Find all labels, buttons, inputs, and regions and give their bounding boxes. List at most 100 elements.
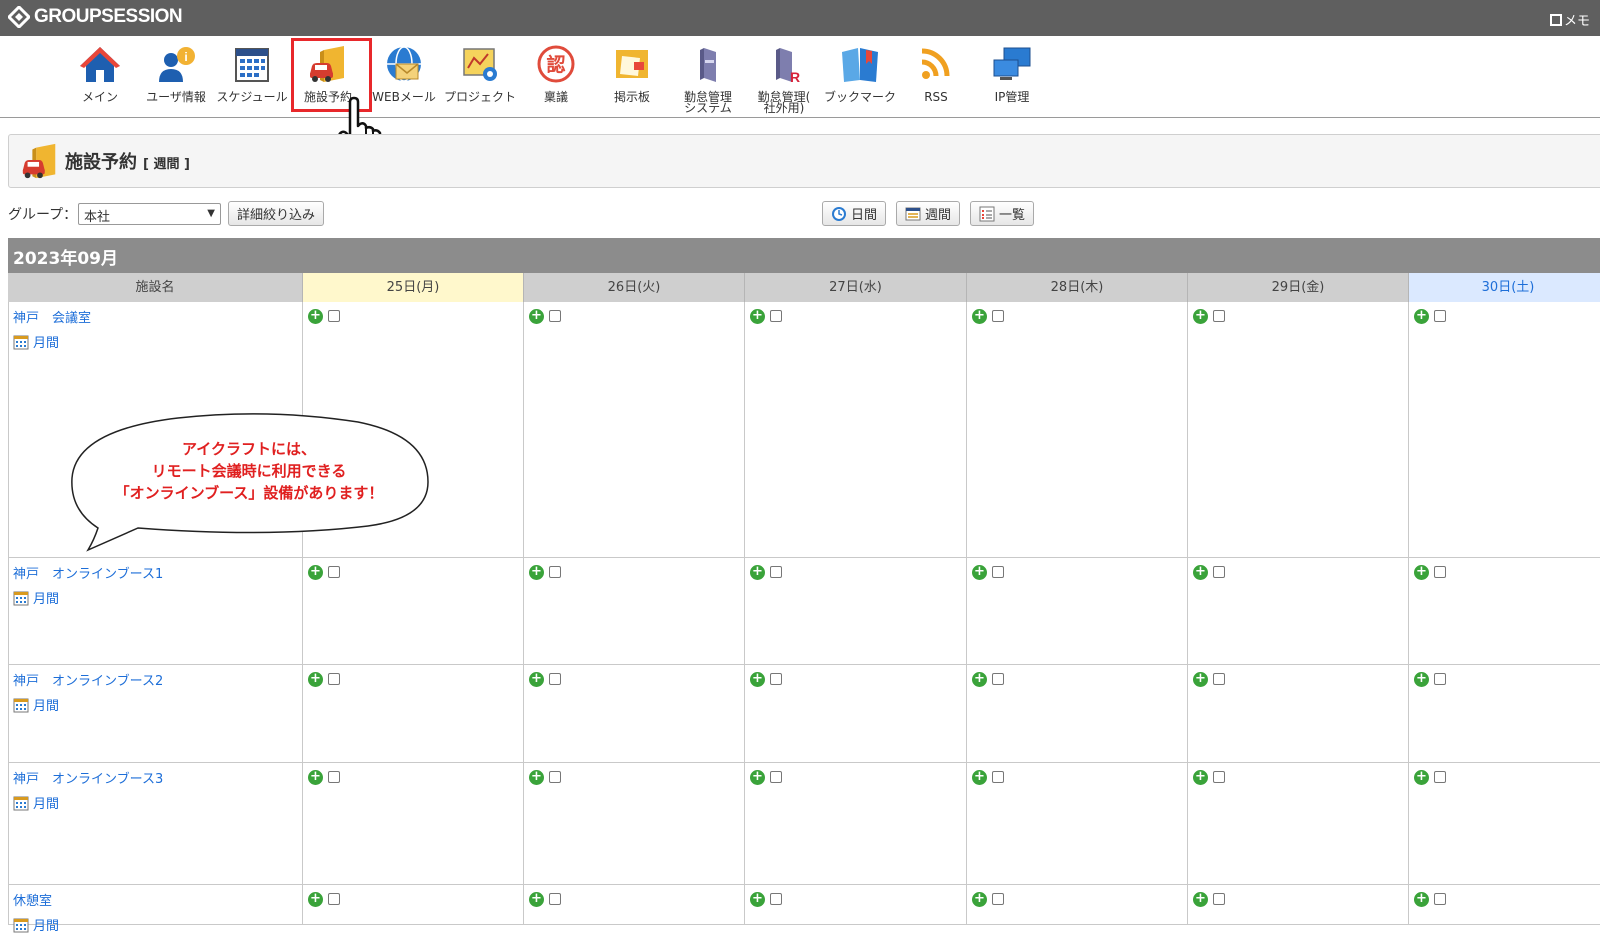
select-checkbox[interactable] (1434, 771, 1446, 783)
day-cell: + (1409, 302, 1600, 557)
select-checkbox[interactable] (1213, 310, 1225, 322)
select-checkbox[interactable] (328, 566, 340, 578)
week-view-button[interactable]: 週間 (896, 201, 961, 226)
monthly-view-link[interactable]: 月間 (13, 588, 59, 607)
day-header-27: 27日(水) (745, 273, 967, 302)
add-reservation-icon[interactable]: + (529, 770, 544, 785)
add-reservation-icon[interactable]: + (972, 770, 987, 785)
add-reservation-icon[interactable]: + (750, 770, 765, 785)
day-cell: + (1188, 885, 1409, 924)
add-reservation-icon[interactable]: + (1414, 672, 1429, 687)
select-checkbox[interactable] (1213, 673, 1225, 685)
detail-filter-button[interactable]: 詳細絞り込み (228, 201, 325, 226)
select-checkbox[interactable] (992, 893, 1004, 905)
attendance-external-icon: R (776, 48, 800, 85)
monthly-view-link[interactable]: 月間 (13, 695, 59, 714)
select-checkbox[interactable] (1434, 893, 1446, 905)
select-checkbox[interactable] (770, 893, 782, 905)
select-checkbox[interactable] (992, 566, 1004, 578)
app-webmail[interactable]: WEBメール (366, 44, 442, 104)
select-checkbox[interactable] (549, 310, 561, 322)
select-checkbox[interactable] (770, 566, 782, 578)
add-reservation-icon[interactable]: + (972, 672, 987, 687)
select-checkbox[interactable] (549, 673, 561, 685)
groupsession-logo[interactable]: GROUPSESSION (8, 6, 183, 28)
select-checkbox[interactable] (992, 310, 1004, 322)
add-reservation-icon[interactable]: + (750, 565, 765, 580)
monthly-view-link[interactable]: 月間 (13, 793, 59, 812)
add-reservation-icon[interactable]: + (1193, 672, 1208, 687)
add-reservation-icon[interactable]: + (529, 565, 544, 580)
select-checkbox[interactable] (328, 771, 340, 783)
add-reservation-icon[interactable]: + (529, 309, 544, 324)
monthly-view-link[interactable]: 月間 (13, 915, 59, 934)
select-checkbox[interactable] (992, 771, 1004, 783)
app-bookmark[interactable]: ブックマーク (822, 44, 898, 104)
select-checkbox[interactable] (1213, 566, 1225, 578)
memo-label: メモ (1563, 14, 1590, 29)
month-bar: 2023年09月 (8, 238, 1600, 273)
add-reservation-icon[interactable]: + (308, 770, 323, 785)
add-reservation-icon[interactable]: + (1414, 309, 1429, 324)
select-checkbox[interactable] (770, 310, 782, 322)
app-user-info[interactable]: i ユーザ情報 (138, 44, 214, 104)
add-reservation-icon[interactable]: + (529, 672, 544, 687)
add-reservation-icon[interactable]: + (308, 672, 323, 687)
facility-name-link[interactable]: 神戸 オンラインブース3 (13, 768, 163, 787)
day-cell: + (303, 665, 524, 762)
add-reservation-icon[interactable]: + (750, 672, 765, 687)
day-view-button[interactable]: 日間 (822, 201, 887, 226)
monthly-view-link[interactable]: 月間 (13, 332, 59, 351)
project-icon (463, 48, 497, 81)
select-checkbox[interactable] (1213, 893, 1225, 905)
facility-cell: 神戸 オンラインブース3 月間 (8, 763, 303, 884)
select-checkbox[interactable] (992, 673, 1004, 685)
day-cell: + (524, 302, 745, 557)
add-reservation-icon[interactable]: + (1193, 770, 1208, 785)
add-reservation-icon[interactable]: + (750, 309, 765, 324)
select-checkbox[interactable] (328, 310, 340, 322)
add-reservation-icon[interactable]: + (1193, 309, 1208, 324)
select-checkbox[interactable] (1434, 566, 1446, 578)
app-attendance-system[interactable]: 勤怠管理 システム (670, 44, 746, 114)
add-reservation-icon[interactable]: + (1414, 565, 1429, 580)
day-cell: + (745, 558, 967, 664)
facility-name-link[interactable]: 神戸 会議室 (13, 307, 91, 326)
select-checkbox[interactable] (549, 771, 561, 783)
facility-row: 神戸 オンラインブース3 月間 + + + + + + (8, 763, 1600, 885)
add-reservation-icon[interactable]: + (972, 309, 987, 324)
facility-row: 神戸 オンラインブース1 月間 + + + + + + (8, 558, 1600, 665)
group-select[interactable]: 本社 ▼ (78, 203, 221, 225)
select-checkbox[interactable] (1434, 310, 1446, 322)
app-schedule[interactable]: スケジュール (214, 44, 290, 104)
app-main[interactable]: メイン (62, 44, 138, 104)
add-reservation-icon[interactable]: + (1414, 770, 1429, 785)
add-reservation-icon[interactable]: + (972, 565, 987, 580)
facility-column-header: 施設名 (8, 273, 303, 302)
select-checkbox[interactable] (1213, 771, 1225, 783)
rss-icon (921, 48, 950, 79)
select-checkbox[interactable] (549, 893, 561, 905)
select-checkbox[interactable] (328, 893, 340, 905)
select-checkbox[interactable] (770, 673, 782, 685)
add-reservation-icon[interactable]: + (308, 309, 323, 324)
facility-name-link[interactable]: 神戸 オンラインブース1 (13, 563, 163, 582)
facility-cell: 神戸 オンラインブース2 月間 (8, 665, 303, 762)
app-ip-management[interactable]: IP管理 (974, 44, 1050, 104)
add-reservation-icon[interactable]: + (308, 565, 323, 580)
app-approval[interactable]: 認 稟議 (518, 44, 594, 104)
day-cell: + (745, 665, 967, 762)
list-view-button[interactable]: 一覧 (970, 201, 1035, 226)
select-checkbox[interactable] (770, 771, 782, 783)
app-rss[interactable]: RSS (898, 44, 974, 104)
add-reservation-icon[interactable]: + (1193, 565, 1208, 580)
app-project[interactable]: プロジェクト (442, 44, 518, 104)
app-attendance-external[interactable]: R 勤怠管理( 社外用) (746, 44, 822, 114)
select-checkbox[interactable] (328, 673, 340, 685)
memo-button[interactable]: メモ (1549, 10, 1590, 29)
day-cell: + (1188, 665, 1409, 762)
select-checkbox[interactable] (1434, 673, 1446, 685)
select-checkbox[interactable] (549, 566, 561, 578)
facility-name-link[interactable]: 神戸 オンラインブース2 (13, 670, 163, 689)
app-bulletin-board[interactable]: 掲示板 (594, 44, 670, 104)
